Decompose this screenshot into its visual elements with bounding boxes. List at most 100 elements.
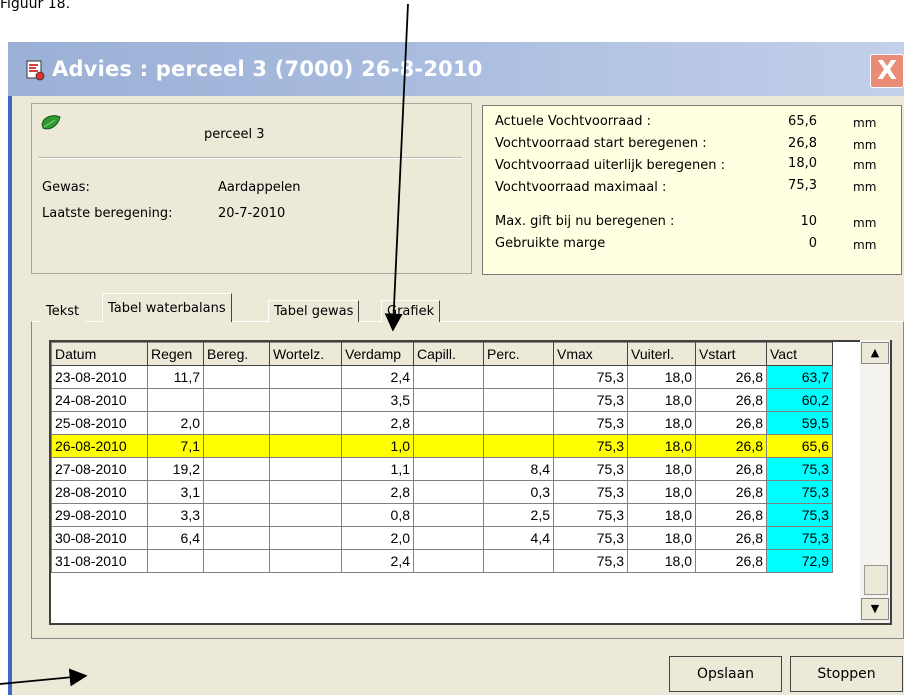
table-cell[interactable]: 2,8 [341, 411, 414, 435]
stop-button[interactable]: Stoppen [790, 656, 903, 692]
table-cell[interactable] [269, 526, 342, 550]
table-cell[interactable]: 29-08-2010 [51, 503, 148, 527]
table-cell[interactable]: 65,6 [766, 434, 833, 458]
table-cell[interactable]: 59,5 [766, 411, 833, 435]
column-header[interactable]: Datum [51, 342, 148, 366]
table-cell[interactable]: 75,3 [766, 457, 833, 481]
table-cell[interactable]: 75,3 [766, 526, 833, 550]
table-row[interactable]: 28-08-2010 3,1 2,8 0,3 75,3 18,0 26,8 75,3 [51, 480, 833, 504]
column-header[interactable]: Vstart [695, 342, 767, 366]
table-cell[interactable] [203, 434, 270, 458]
table-cell[interactable]: 26,8 [695, 434, 767, 458]
table-cell[interactable]: 7,1 [147, 434, 204, 458]
table-cell[interactable]: 18,0 [627, 411, 696, 435]
table-cell[interactable] [269, 549, 342, 573]
table-cell[interactable] [413, 411, 484, 435]
table-cell[interactable] [413, 503, 484, 527]
table-cell[interactable]: 11,7 [147, 365, 204, 389]
table-cell[interactable]: 75,3 [553, 411, 628, 435]
table-cell[interactable]: 18,0 [627, 549, 696, 573]
column-header[interactable]: Regen [147, 342, 204, 366]
table-cell[interactable] [483, 388, 554, 412]
table-cell[interactable]: 25-08-2010 [51, 411, 148, 435]
table-row[interactable]: 25-08-2010 2,0 2,8 75,3 18,0 26,8 59,5 [51, 411, 833, 435]
table-cell[interactable]: 27-08-2010 [51, 457, 148, 481]
table-cell[interactable]: 18,0 [627, 526, 696, 550]
column-header[interactable]: Vmax [553, 342, 628, 366]
table-cell[interactable]: 6,4 [147, 526, 204, 550]
table-cell[interactable]: 18,0 [627, 388, 696, 412]
column-header[interactable]: Vuiterl. [627, 342, 696, 366]
column-header[interactable]: Perc. [483, 342, 554, 366]
table-cell[interactable]: 8,4 [483, 457, 554, 481]
table-cell[interactable]: 28-08-2010 [51, 480, 148, 504]
table-cell[interactable] [269, 411, 342, 435]
table-cell[interactable]: 18,0 [627, 503, 696, 527]
table-cell[interactable] [203, 457, 270, 481]
table-row[interactable]: 26-08-2010 7,1 1,0 75,3 18,0 26,8 65,6 [51, 434, 833, 458]
save-button[interactable]: Opslaan [669, 656, 782, 692]
scrollbar-thumb[interactable] [864, 565, 888, 595]
table-cell[interactable]: 30-08-2010 [51, 526, 148, 550]
table-cell[interactable]: 4,4 [483, 526, 554, 550]
table-cell[interactable]: 3,3 [147, 503, 204, 527]
table-cell[interactable] [483, 411, 554, 435]
table-cell[interactable]: 2,8 [341, 480, 414, 504]
table-cell[interactable] [269, 388, 342, 412]
table-cell[interactable] [483, 434, 554, 458]
table-row[interactable]: 23-08-2010 11,7 2,4 75,3 18,0 26,8 63,7 [51, 365, 833, 389]
table-row[interactable]: 31-08-2010 2,4 75,3 18,0 26,8 72,9 [51, 549, 833, 573]
table-cell[interactable] [269, 365, 342, 389]
table-cell[interactable]: 3,5 [341, 388, 414, 412]
table-cell[interactable]: 63,7 [766, 365, 833, 389]
table-cell[interactable] [413, 365, 484, 389]
table-cell[interactable]: 26,8 [695, 365, 767, 389]
table-cell[interactable] [147, 388, 204, 412]
table-cell[interactable]: 2,0 [341, 526, 414, 550]
table-cell[interactable]: 26,8 [695, 457, 767, 481]
table-cell[interactable]: 18,0 [627, 480, 696, 504]
table-cell[interactable]: 0,3 [483, 480, 554, 504]
table-row[interactable]: 29-08-2010 3,3 0,8 2,5 75,3 18,0 26,8 75,3 [51, 503, 833, 527]
table-cell[interactable]: 26,8 [695, 503, 767, 527]
column-header[interactable]: Wortelz. [269, 342, 342, 366]
table-cell[interactable] [269, 434, 342, 458]
table-cell[interactable]: 75,3 [553, 480, 628, 504]
table-cell[interactable] [269, 457, 342, 481]
table-cell[interactable] [413, 480, 484, 504]
table-cell[interactable] [203, 526, 270, 550]
table-cell[interactable]: 18,0 [627, 434, 696, 458]
table-cell[interactable]: 60,2 [766, 388, 833, 412]
table-cell[interactable]: 2,4 [341, 549, 414, 573]
table-cell[interactable]: 75,3 [553, 457, 628, 481]
table-cell[interactable] [203, 480, 270, 504]
table-cell[interactable]: 24-08-2010 [51, 388, 148, 412]
table-cell[interactable]: 75,3 [553, 434, 628, 458]
column-header[interactable]: Bereg. [203, 342, 270, 366]
tab-water-balance[interactable]: Tabel waterbalans [102, 293, 232, 322]
tab-chart[interactable]: Grafiek [381, 300, 441, 322]
table-cell[interactable] [203, 388, 270, 412]
column-header[interactable]: Capill. [413, 342, 484, 366]
table-cell[interactable] [203, 365, 270, 389]
table-cell[interactable] [483, 365, 554, 389]
table-cell[interactable]: 75,3 [553, 388, 628, 412]
scroll-up-button[interactable]: ▲ [861, 342, 889, 364]
table-cell[interactable]: 18,0 [627, 365, 696, 389]
table-cell[interactable] [483, 549, 554, 573]
table-cell[interactable]: 23-08-2010 [51, 365, 148, 389]
table-cell[interactable] [269, 503, 342, 527]
table-cell[interactable] [413, 549, 484, 573]
table-cell[interactable] [203, 503, 270, 527]
column-header[interactable]: Verdamp [341, 342, 414, 366]
table-row[interactable]: 30-08-2010 6,4 2,0 4,4 75,3 18,0 26,8 75,3 [51, 526, 833, 550]
scroll-down-button[interactable]: ▼ [861, 598, 889, 620]
table-cell[interactable]: 75,3 [766, 480, 833, 504]
table-cell[interactable]: 2,0 [147, 411, 204, 435]
table-cell[interactable]: 26,8 [695, 549, 767, 573]
table-cell[interactable]: 31-08-2010 [51, 549, 148, 573]
table-cell[interactable] [413, 434, 484, 458]
tab-crop-table[interactable]: Tabel gewas [268, 300, 360, 322]
table-cell[interactable]: 26,8 [695, 526, 767, 550]
table-cell[interactable] [203, 549, 270, 573]
